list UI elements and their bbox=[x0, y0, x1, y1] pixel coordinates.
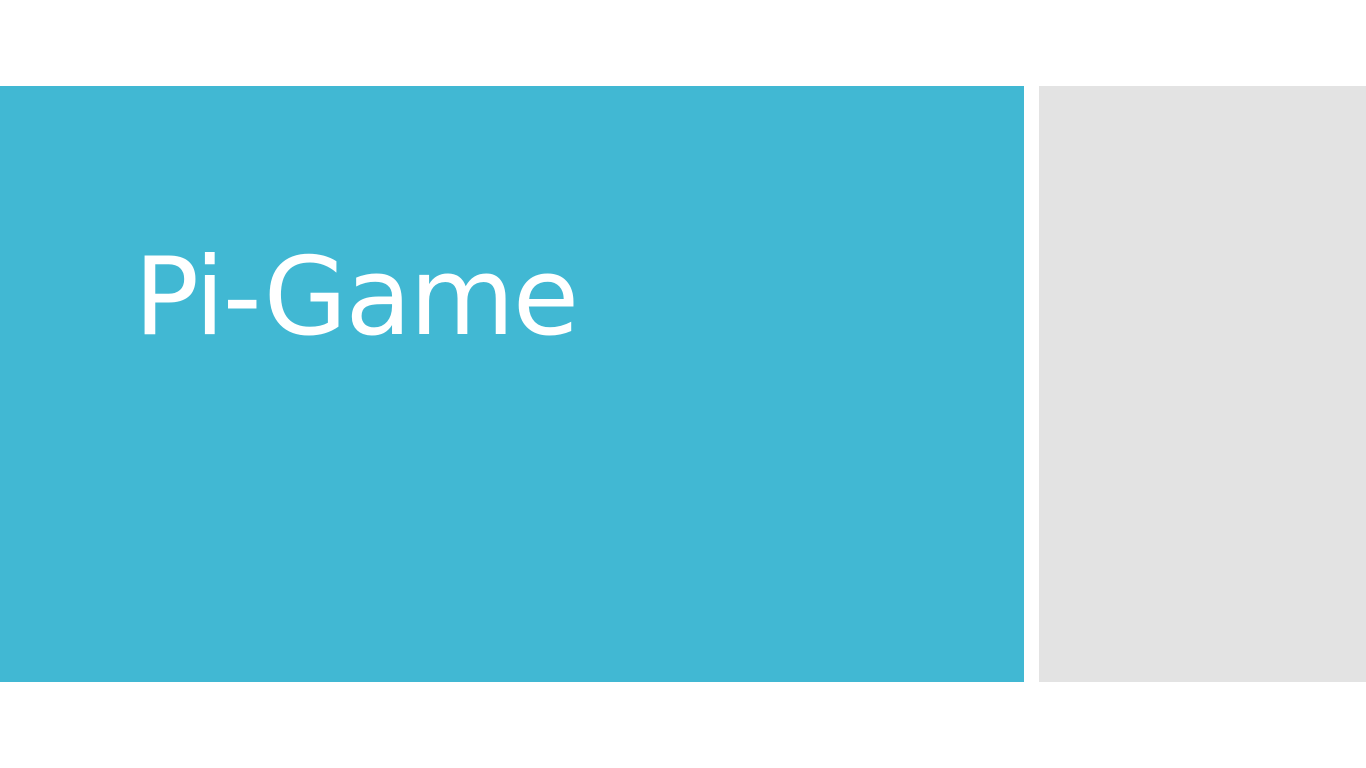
slide-title: Pi-Game bbox=[134, 235, 579, 360]
side-panel bbox=[1039, 86, 1366, 682]
slide: Pi-Game bbox=[0, 0, 1366, 768]
title-panel: Pi-Game bbox=[0, 86, 1024, 682]
